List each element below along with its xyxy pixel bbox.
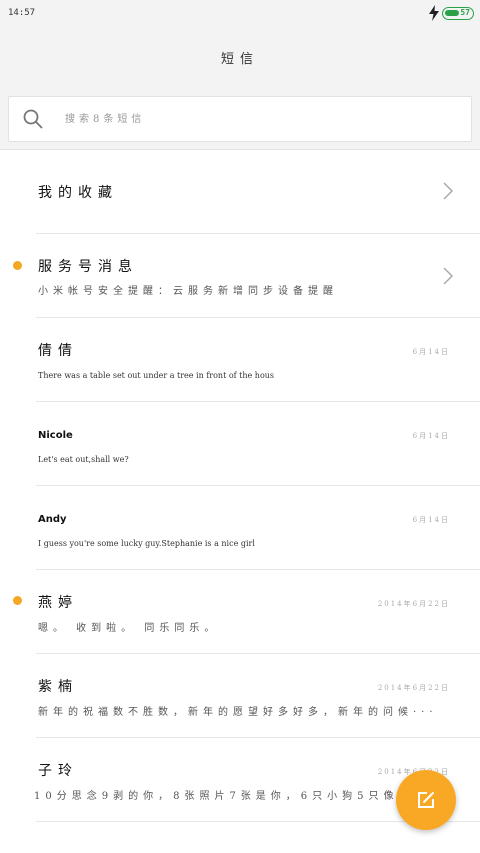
conversation-preview: 新年的祝福数不胜数，新年的愿望好多好多，新年的问候···: [38, 707, 438, 718]
favorites-title: 我的收藏: [38, 185, 118, 201]
conversation-preview: 10分思念9剥的你，8张照片7张是你，6只小狗5只像你，: [34, 791, 429, 802]
compose-icon: [418, 792, 434, 808]
conversation-preview: 嗯。 收到啦。 同乐同乐。: [38, 623, 220, 634]
search-bar: [0, 86, 480, 150]
conversation-preview: Let's eat out,shall we?: [38, 455, 129, 464]
battery-fill: [445, 10, 459, 16]
conversation-preview: There was a table set out under a tree i…: [38, 371, 275, 380]
conversation-date: 2014年6月22日: [377, 684, 450, 692]
battery-icon: 57: [442, 7, 474, 20]
search-icon: [23, 109, 43, 129]
status-bar: 14:57 57: [0, 0, 480, 28]
chevron-right-icon: [443, 182, 454, 200]
conversation-date: 6月14日: [412, 516, 450, 524]
conversation-row[interactable]: 倩倩 6月14日 There was a table set out under…: [0, 318, 480, 402]
conversation-title: 紫楠: [38, 679, 78, 695]
conversation-date: 6月14日: [412, 348, 450, 356]
battery-level: 57: [460, 8, 470, 17]
search-input[interactable]: [65, 109, 445, 129]
search-box[interactable]: [8, 96, 472, 142]
conversation-row[interactable]: Nicole 6月14日 Let's eat out,shall we?: [0, 402, 480, 486]
conversation-preview: I guess you're some lucky guy.Stephanie …: [38, 539, 255, 548]
page-title: 短信: [220, 52, 259, 67]
conversation-title: 子玲: [38, 763, 78, 779]
conversation-title: Andy: [38, 514, 67, 525]
conversation-date: 2014年6月22日: [377, 600, 450, 608]
compose-button[interactable]: [396, 770, 456, 830]
conversation-date: 6月14日: [412, 432, 450, 440]
unread-dot: [13, 596, 22, 605]
conversation-row[interactable]: 紫楠 2014年6月22日 新年的祝福数不胜数，新年的愿望好多好多，新年的问候·…: [0, 654, 480, 738]
app-header: 短信: [0, 28, 480, 86]
status-time: 14:57: [8, 8, 36, 18]
conversation-title: 服务号消息: [38, 259, 138, 275]
conversation-row[interactable]: 服务号消息 小米帐号安全提醒：云服务新增同步设备提醒: [0, 234, 480, 318]
conversation-preview: 小米帐号安全提醒：云服务新增同步设备提醒: [38, 286, 338, 297]
conversation-row[interactable]: Andy 6月14日 I guess you're some lucky guy…: [0, 486, 480, 570]
conversation-title: Nicole: [38, 430, 73, 441]
conversation-title: 倩倩: [38, 343, 78, 359]
charging-icon: [429, 5, 439, 21]
conversation-title: 燕婷: [38, 595, 78, 611]
chevron-right-icon: [443, 267, 454, 285]
conversation-row[interactable]: 燕婷 2014年6月22日 嗯。 收到啦。 同乐同乐。: [0, 570, 480, 654]
unread-dot: [13, 261, 22, 270]
favorites-row[interactable]: 我的收藏: [0, 150, 480, 234]
